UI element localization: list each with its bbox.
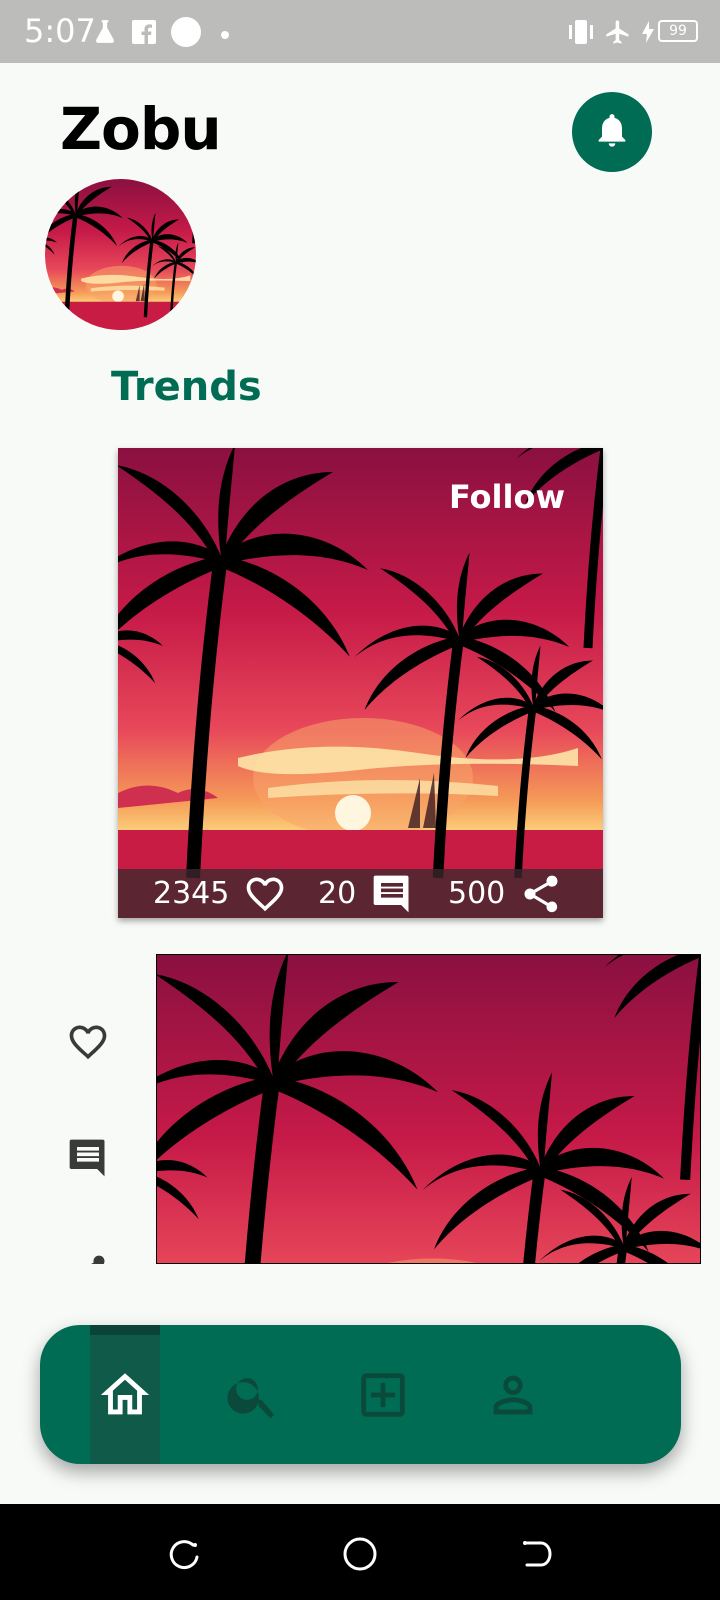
recent-apps-icon (169, 1540, 199, 1570)
feed-clip (0, 1264, 720, 1324)
like-count: 2345 (153, 876, 230, 911)
recent-apps-button[interactable] (166, 1536, 202, 1572)
avatar[interactable] (45, 179, 196, 330)
bell-icon (592, 110, 632, 155)
trend-image (118, 448, 603, 918)
section-title-trends: Trends (111, 364, 262, 410)
like-stat[interactable]: 2345 (153, 869, 287, 918)
share-icon (524, 875, 558, 912)
follow-button[interactable]: Follow (449, 478, 565, 516)
comment-icon (373, 875, 409, 912)
post-image[interactable] (156, 954, 701, 1264)
airplane-icon (604, 18, 632, 51)
back-icon (523, 1541, 552, 1567)
stats-bar: 2345 20 500 (118, 869, 603, 918)
battery-icon: 99 (658, 20, 698, 42)
comment-button[interactable] (66, 1136, 110, 1180)
facebook-icon (132, 20, 156, 49)
share-stat[interactable]: 500 (448, 869, 563, 918)
home-circle-icon (343, 1537, 377, 1571)
trend-card[interactable]: Follow 2345 20 500 (118, 448, 603, 918)
nav-profile[interactable] (478, 1325, 548, 1464)
circle-icon (170, 16, 202, 53)
comment-stat[interactable]: 20 (318, 869, 414, 918)
back-button[interactable] (518, 1536, 554, 1572)
home-icon (100, 1372, 150, 1414)
status-bar: 5:07 99 (0, 0, 720, 63)
comment-icon (69, 1139, 105, 1177)
post-image-scene (157, 955, 701, 1264)
person-icon (493, 1375, 533, 1414)
status-time: 5:07 (24, 12, 96, 50)
heart-icon (69, 1025, 107, 1060)
like-button[interactable] (66, 1020, 110, 1064)
comment-count: 20 (318, 876, 357, 911)
nav-search[interactable] (218, 1325, 288, 1464)
search-icon (227, 1377, 275, 1418)
notification-button[interactable] (572, 92, 652, 172)
bottom-nav (40, 1325, 681, 1464)
heart-icon (247, 877, 284, 911)
app-title: Zobu (60, 95, 222, 163)
home-button[interactable] (342, 1536, 378, 1572)
add-box-icon (361, 1372, 405, 1417)
system-nav-bar (0, 1504, 720, 1600)
charging-icon (640, 20, 656, 49)
dot-icon (220, 27, 230, 45)
vibrate-icon (566, 18, 596, 51)
flask-icon (92, 18, 118, 49)
share-count: 500 (448, 876, 506, 911)
nav-home[interactable] (90, 1325, 160, 1464)
nav-add[interactable] (348, 1325, 418, 1464)
